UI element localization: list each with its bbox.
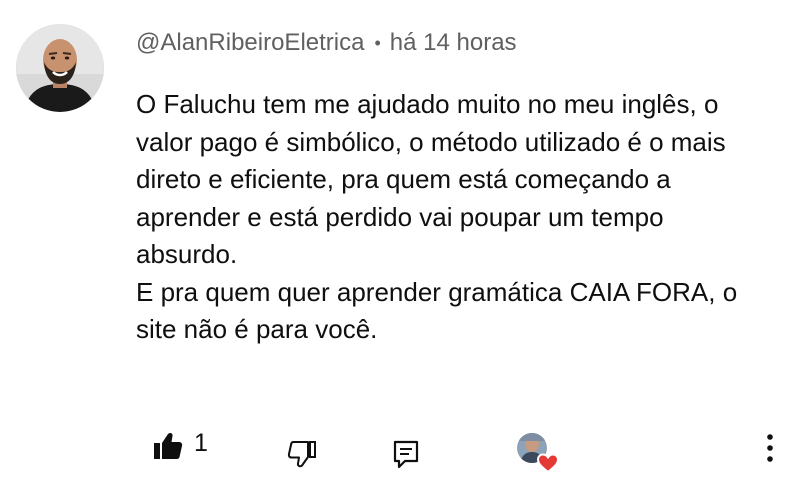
author-avatar[interactable] [16,24,104,112]
comment-action-bar: 1 [0,420,802,476]
comment-timestamp[interactable]: há 14 horas [390,29,517,57]
reply-button[interactable] [386,434,426,474]
more-options-button[interactable] [752,426,788,470]
thumbs-down-icon [287,441,316,468]
reply-icon [393,440,419,469]
creator-heart-badge [514,432,566,476]
creator-heart-icon [517,433,560,474]
comment-paragraph: O Faluchu tem me ajudado muito no meu in… [136,89,726,269]
avatar-image [16,24,104,112]
author-name[interactable]: @AlanRibeiroEletrica [136,29,364,57]
like-count: 1 [194,429,208,457]
like-button[interactable] [148,426,188,466]
comment-header: @AlanRibeiroEletrica • há 14 horas [136,28,517,58]
thumbs-up-icon [154,432,183,459]
header-separator: • [374,32,381,53]
comment-text: O Faluchu tem me ajudado muito no meu in… [136,86,756,349]
more-vertical-icon [767,434,773,462]
comment-paragraph: E pra quem quer aprender gramática CAIA … [136,276,738,345]
dislike-button[interactable] [282,434,322,474]
